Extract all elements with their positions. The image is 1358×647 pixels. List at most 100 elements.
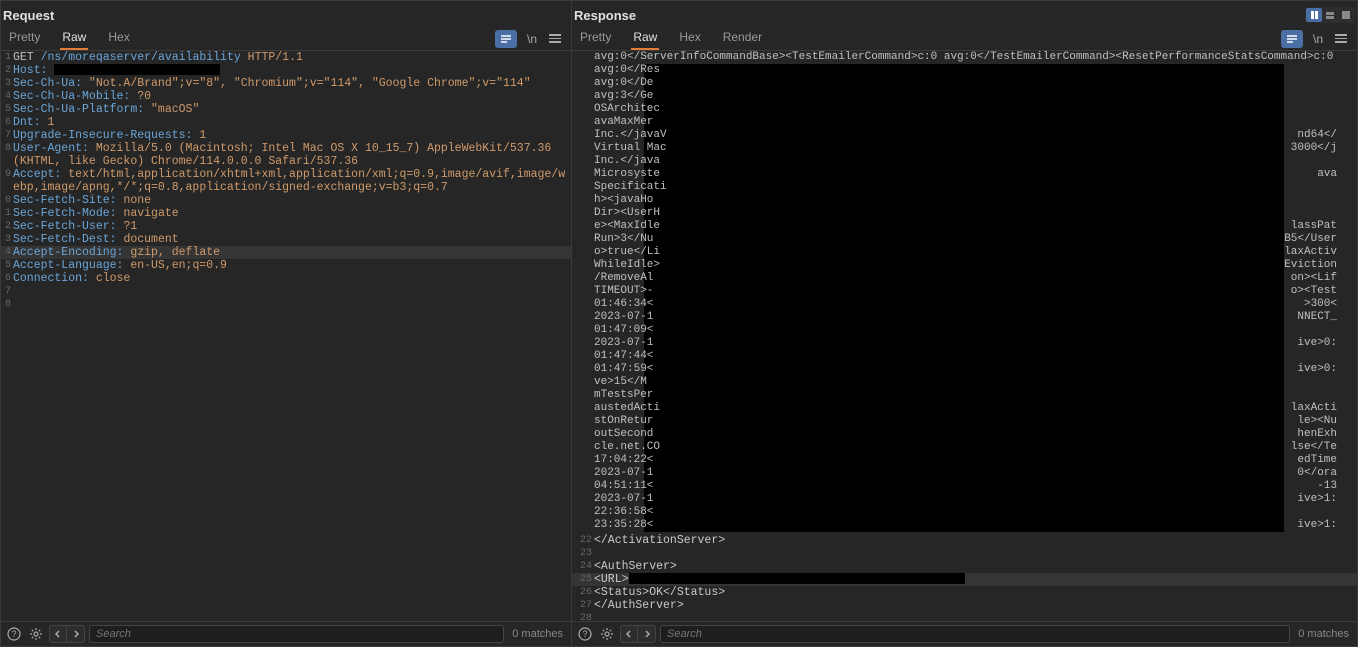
- newline-toggle[interactable]: \n: [1313, 32, 1323, 46]
- code-line[interactable]: 1GET /ns/moreqaserver/availability HTTP/…: [1, 51, 571, 64]
- tab-hex[interactable]: Hex: [677, 27, 702, 50]
- response-fragment: cle.net.CO: [594, 441, 660, 454]
- code-line[interactable]: 26<Status>OK</Status>: [572, 586, 1357, 599]
- response-header: Response: [572, 1, 1357, 27]
- help-button[interactable]: ?: [576, 625, 594, 643]
- code-line[interactable]: 6Connection: close: [1, 272, 571, 285]
- line-text: </ActivationServer>: [592, 534, 1357, 547]
- response-fragment: ive>0:: [1297, 363, 1337, 376]
- response-fragment: Run>3</Nu: [594, 233, 653, 246]
- code-line[interactable]: 9Accept: text/html,application/xhtml+xml…: [1, 168, 571, 194]
- response-fragment: mTestsPer: [594, 389, 653, 402]
- layout-single-button[interactable]: [1338, 8, 1354, 22]
- response-fragment: lse</Te: [1291, 441, 1337, 454]
- code-line[interactable]: 22</ActivationServer>: [572, 534, 1357, 547]
- tab-raw[interactable]: Raw: [60, 27, 88, 50]
- code-line[interactable]: 2Host:: [1, 64, 571, 77]
- code-line[interactable]: 5Accept-Language: en-US,en;q=0.9: [1, 259, 571, 272]
- line-text: User-Agent: Mozilla/5.0 (Macintosh; Inte…: [11, 142, 571, 168]
- response-match-count: 0 matches: [1294, 628, 1353, 640]
- code-line[interactable]: 8User-Agent: Mozilla/5.0 (Macintosh; Int…: [1, 142, 571, 168]
- tab-pretty[interactable]: Pretty: [7, 27, 42, 50]
- svg-text:?: ?: [11, 629, 16, 639]
- wrap-icon: [1286, 34, 1298, 44]
- code-line[interactable]: 7: [1, 285, 571, 298]
- response-fragment: outSecond: [594, 428, 653, 441]
- response-fragment: ava: [1317, 168, 1337, 181]
- line-number: 1: [1, 51, 11, 64]
- settings-button[interactable]: [598, 625, 616, 643]
- code-line[interactable]: 25<URL>: [572, 573, 1357, 586]
- response-fragment: 2023-07-1: [594, 493, 653, 506]
- layout-stack-button[interactable]: [1322, 8, 1338, 22]
- wrap-toggle-button[interactable]: [1281, 30, 1303, 48]
- layout-split-button[interactable]: [1306, 8, 1322, 22]
- tab-hex[interactable]: Hex: [106, 27, 131, 50]
- response-fragment: 3000</j: [1291, 142, 1337, 155]
- request-tabs: Pretty Raw Hex: [5, 27, 132, 50]
- response-fragment: stOnRetur: [594, 415, 653, 428]
- code-line[interactable]: 27</AuthServer>: [572, 599, 1357, 612]
- gear-icon: [600, 627, 614, 641]
- code-line[interactable]: 4Accept-Encoding: gzip, deflate: [1, 246, 571, 259]
- response-fragment: Specificati: [594, 181, 667, 194]
- response-fragment: 01:47:59<: [594, 363, 653, 376]
- response-search-input[interactable]: [660, 625, 1290, 643]
- prev-button[interactable]: [49, 625, 67, 643]
- code-line[interactable]: 5Sec-Ch-Ua-Platform: "macOS": [1, 103, 571, 116]
- response-fragment: TIMEOUT>-: [594, 285, 653, 298]
- line-number: 5: [1, 103, 11, 116]
- help-button[interactable]: ?: [5, 625, 23, 643]
- code-line[interactable]: 4Sec-Ch-Ua-Mobile: ?0: [1, 90, 571, 103]
- code-line[interactable]: 8: [1, 298, 571, 311]
- code-line[interactable]: 3Sec-Fetch-Dest: document: [1, 233, 571, 246]
- newline-toggle[interactable]: \n: [527, 32, 537, 46]
- response-fragment: austedActi: [594, 402, 660, 415]
- settings-button[interactable]: [27, 625, 45, 643]
- code-line[interactable]: 3Sec-Ch-Ua: "Not.A/Brand";v="8", "Chromi…: [1, 77, 571, 90]
- next-button[interactable]: [638, 625, 656, 643]
- response-fragment: 01:47:44<: [594, 350, 653, 363]
- tab-pretty[interactable]: Pretty: [578, 27, 613, 50]
- svg-text:?: ?: [582, 629, 587, 639]
- arrow-left-icon: [53, 629, 63, 639]
- response-fragment: ive>0:: [1297, 337, 1337, 350]
- response-menu-button[interactable]: [1333, 32, 1349, 45]
- line-text: Sec-Ch-Ua: "Not.A/Brand";v="8", "Chromiu…: [11, 77, 571, 90]
- request-menu-button[interactable]: [547, 32, 563, 45]
- code-line[interactable]: 0Sec-Fetch-Site: none: [1, 194, 571, 207]
- request-search-input[interactable]: [89, 625, 504, 643]
- line-text: Sec-Fetch-Mode: navigate: [11, 207, 571, 220]
- next-button[interactable]: [67, 625, 85, 643]
- response-fragment: 23:35:28<: [594, 519, 653, 532]
- line-number: 2: [1, 220, 11, 233]
- response-fragment: le><Nu: [1297, 415, 1337, 428]
- response-fragment: Dir><UserH: [594, 207, 660, 220]
- request-content[interactable]: 1GET /ns/moreqaserver/availability HTTP/…: [1, 51, 571, 621]
- request-footer: ? 0 matches: [1, 621, 571, 646]
- tab-raw[interactable]: Raw: [631, 27, 659, 50]
- response-tab-row: Pretty Raw Hex Render \n: [572, 27, 1357, 51]
- line-number: 22: [572, 534, 592, 547]
- code-line[interactable]: 28: [572, 612, 1357, 621]
- code-line[interactable]: 2Sec-Fetch-User: ?1: [1, 220, 571, 233]
- line-number: 3: [1, 77, 11, 90]
- response-fragment: avaMaxMer: [594, 116, 653, 129]
- code-line[interactable]: 1Sec-Fetch-Mode: navigate: [1, 207, 571, 220]
- response-content[interactable]: avg:0</ServerInfoCommandBase><TestEmaile…: [572, 51, 1357, 621]
- response-fragment: avg:0</ServerInfoCommandBase><TestEmaile…: [594, 51, 1333, 64]
- response-fragment: Inc.</java: [594, 155, 660, 168]
- tab-render[interactable]: Render: [721, 27, 764, 50]
- code-line[interactable]: 7Upgrade-Insecure-Requests: 1: [1, 129, 571, 142]
- line-number: 25: [572, 573, 592, 586]
- response-fragment: 04:51:11<: [594, 480, 653, 493]
- response-fragment: avg:0</Res: [594, 64, 660, 77]
- response-fragment: Eviction: [1284, 259, 1337, 272]
- code-line[interactable]: 6Dnt: 1: [1, 116, 571, 129]
- code-line[interactable]: 24<AuthServer>: [572, 560, 1357, 573]
- code-line[interactable]: 23: [572, 547, 1357, 560]
- response-fragment: laxActi: [1291, 402, 1337, 415]
- wrap-toggle-button[interactable]: [495, 30, 517, 48]
- line-number: 7: [1, 129, 11, 142]
- prev-button[interactable]: [620, 625, 638, 643]
